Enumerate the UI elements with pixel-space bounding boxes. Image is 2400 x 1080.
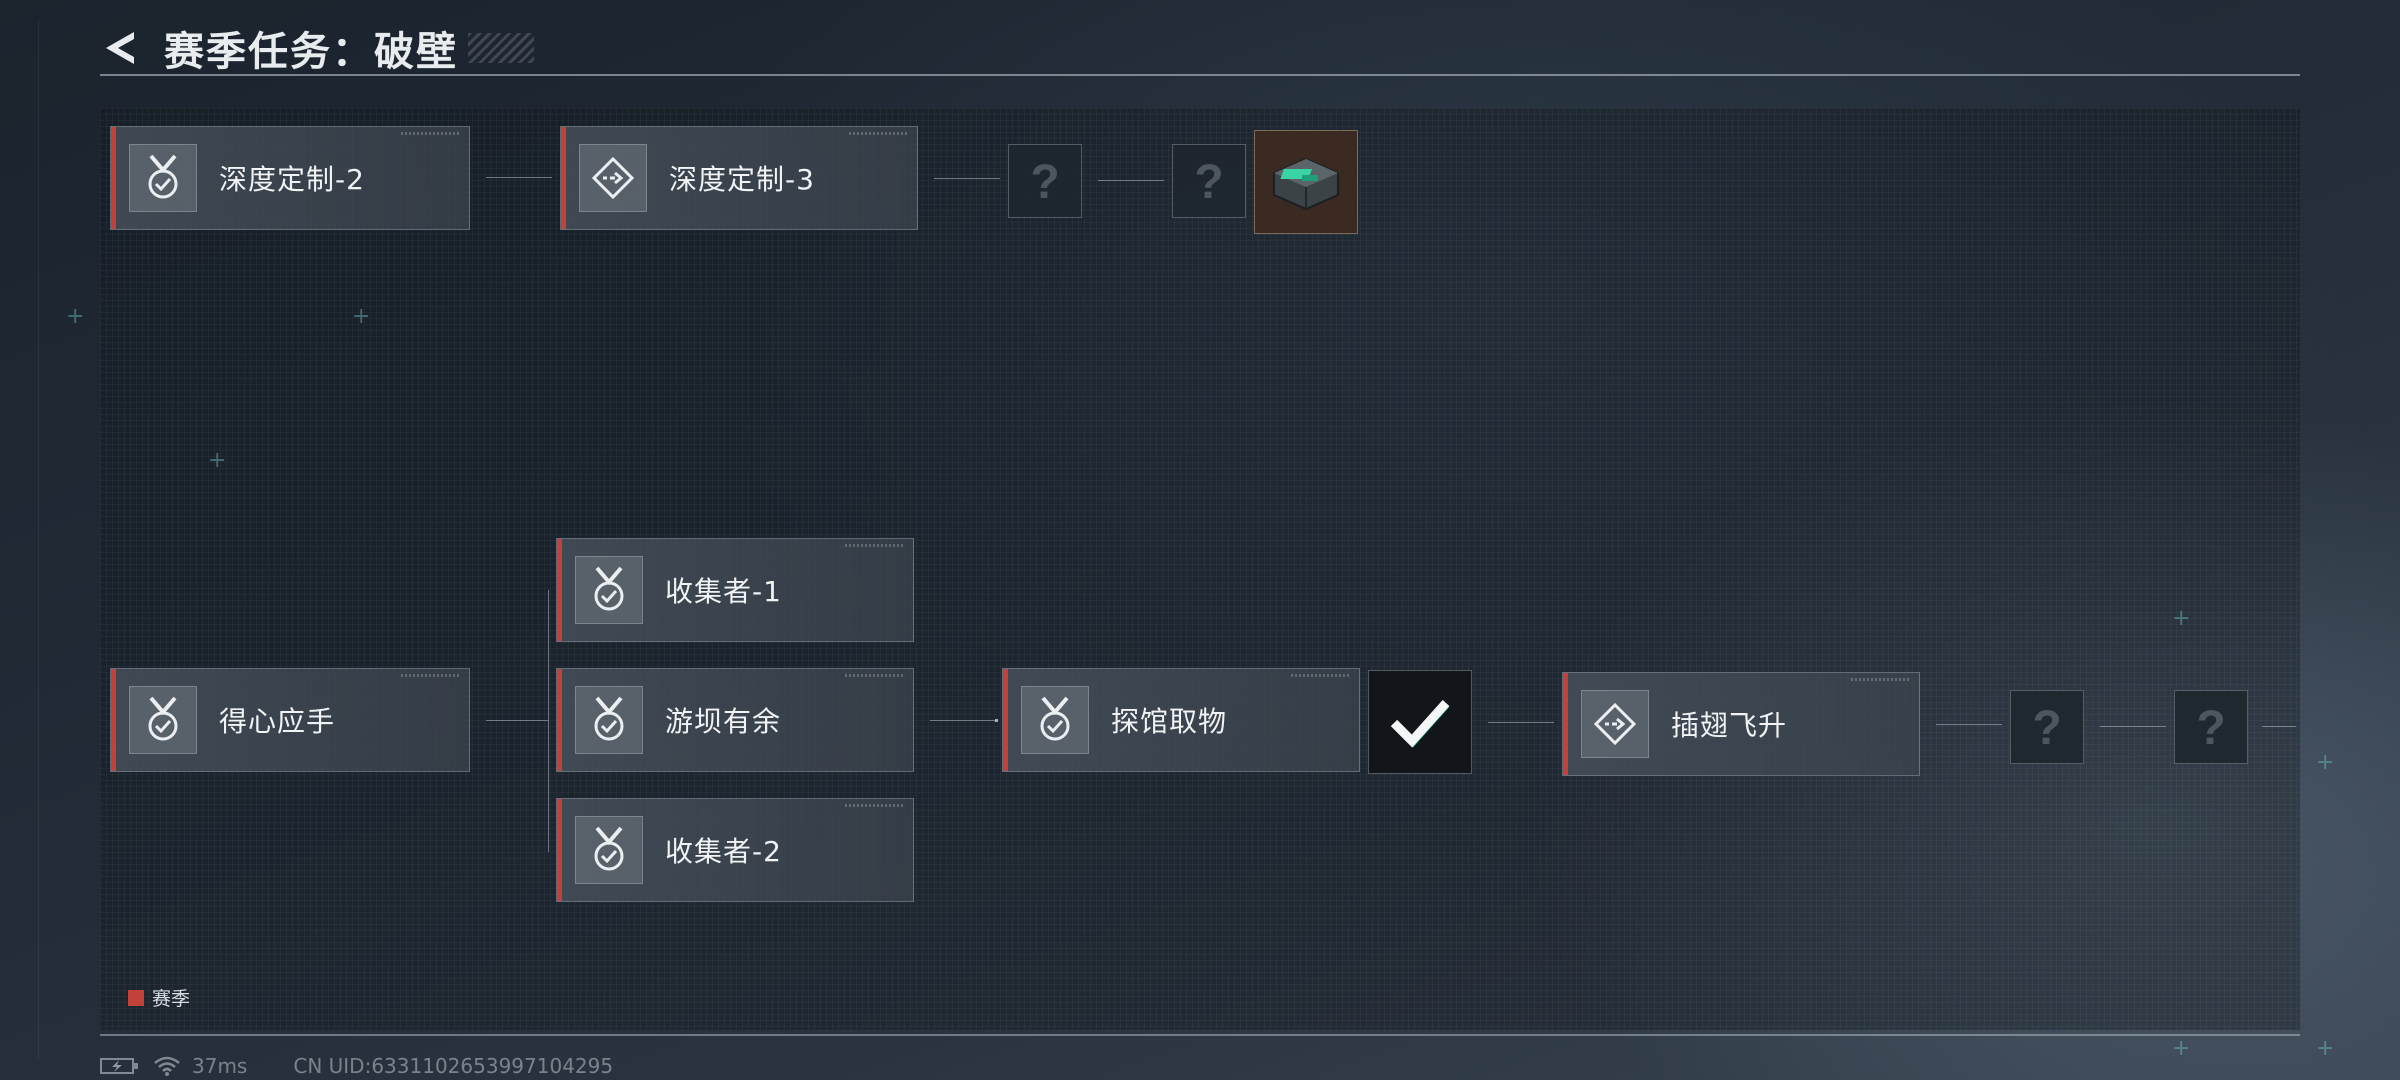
- quest-node-merge[interactable]: 探馆取物: [1002, 668, 1360, 772]
- quest-node-deep-custom-3[interactable]: 深度定制-3: [560, 126, 918, 230]
- quest-node-label: 游坝有余: [665, 705, 782, 738]
- question-mark-icon: ?: [1030, 156, 1059, 206]
- quest-node-branch-2[interactable]: 游坝有余: [556, 668, 914, 772]
- status-bar: 37ms CN UID:6331102653997104295: [100, 1054, 613, 1078]
- device-reward-icon: [1273, 157, 1339, 211]
- connector-line: [2100, 726, 2166, 727]
- svg-text:?: ?: [2032, 702, 2061, 752]
- plus-marker-icon: +: [2172, 606, 2191, 631]
- connector-line: [486, 177, 552, 178]
- locked-quest-node[interactable]: ?: [2174, 690, 2248, 764]
- page-header: 赛季任务：破壁: [100, 20, 534, 76]
- locked-quest-node[interactable]: ?: [1172, 144, 1246, 218]
- medal-check-icon: [129, 686, 197, 754]
- diamond-arrow-icon: [579, 144, 647, 212]
- season-quest-screen: + + + + + + + 赛季任务：破壁 深度定制-2 深度定制-3 ? ? …: [0, 0, 2400, 1080]
- quest-map-area: [100, 108, 2300, 1030]
- medal-check-icon: [129, 144, 197, 212]
- page-title: 赛季任务：破壁: [164, 29, 458, 75]
- question-mark-icon: ?: [2196, 702, 2225, 752]
- completed-reward[interactable]: [1368, 670, 1472, 774]
- medal-check-icon: [575, 556, 643, 624]
- back-arrow-icon: [106, 32, 134, 64]
- quest-node-label: 插翅飞升: [1671, 709, 1788, 742]
- footer-divider: [100, 1034, 2300, 1036]
- connector-line: [1488, 722, 1554, 723]
- svg-text:?: ?: [2196, 702, 2225, 752]
- quest-node-label: 收集者-1: [665, 575, 782, 608]
- svg-text:?: ?: [1194, 156, 1223, 206]
- connector-line: [934, 178, 1000, 179]
- quest-node-label: 得心应手: [219, 705, 336, 738]
- plus-marker-icon: +: [66, 304, 85, 329]
- legend-swatch: [128, 989, 144, 1006]
- svg-text:?: ?: [1030, 156, 1059, 206]
- quest-node-label: 探馆取物: [1111, 705, 1228, 738]
- branch-connector: [548, 590, 549, 852]
- diamond-arrow-icon: [1581, 690, 1649, 758]
- plus-marker-icon: +: [352, 304, 371, 329]
- connector-line: [1936, 724, 2002, 725]
- connector-line: [930, 720, 996, 721]
- medal-check-icon: [1021, 686, 1089, 754]
- back-button[interactable]: [100, 26, 144, 70]
- quest-node-label: 深度定制-3: [669, 163, 815, 196]
- medal-check-icon: [575, 816, 643, 884]
- title-decoration: [468, 33, 534, 63]
- quest-node-label: 收集者-2: [665, 835, 782, 868]
- quest-node-collector-2[interactable]: 收集者-2: [556, 798, 914, 902]
- plus-marker-icon: +: [2316, 1036, 2335, 1061]
- legend-label: 赛季: [152, 988, 191, 1010]
- wifi-icon: [154, 1056, 180, 1076]
- legend: 赛季: [128, 984, 190, 1011]
- plus-marker-icon: +: [2316, 750, 2335, 775]
- medal-check-icon: [575, 686, 643, 754]
- ping-readout: 37ms: [192, 1054, 248, 1078]
- quest-node-deep-custom-2[interactable]: 深度定制-2: [110, 126, 470, 230]
- question-mark-icon: ?: [2032, 702, 2061, 752]
- battery-charging-icon: [100, 1058, 138, 1074]
- user-uid: CN UID:6331102653997104295: [293, 1054, 614, 1078]
- header-divider: [100, 74, 2300, 76]
- question-mark-icon: ?: [1194, 156, 1223, 206]
- quest-node-label: 深度定制-2: [219, 163, 365, 196]
- connector-line: [2262, 726, 2296, 727]
- checkmark-icon: [1390, 699, 1450, 748]
- locked-quest-node[interactable]: ?: [2010, 690, 2084, 764]
- quest-node-collector-1[interactable]: 收集者-1: [556, 538, 914, 642]
- plus-marker-icon: +: [208, 448, 227, 473]
- plus-marker-icon: +: [2172, 1036, 2191, 1061]
- connector-dot: [995, 719, 998, 722]
- reward-item[interactable]: [1254, 130, 1358, 234]
- quest-node-next[interactable]: 插翅飞升: [1562, 672, 1920, 776]
- quest-node-start[interactable]: 得心应手: [110, 668, 470, 772]
- connector-line: [486, 720, 548, 721]
- decorative-line: [38, 20, 39, 1060]
- locked-quest-node[interactable]: ?: [1008, 144, 1082, 218]
- connector-line: [1098, 180, 1164, 181]
